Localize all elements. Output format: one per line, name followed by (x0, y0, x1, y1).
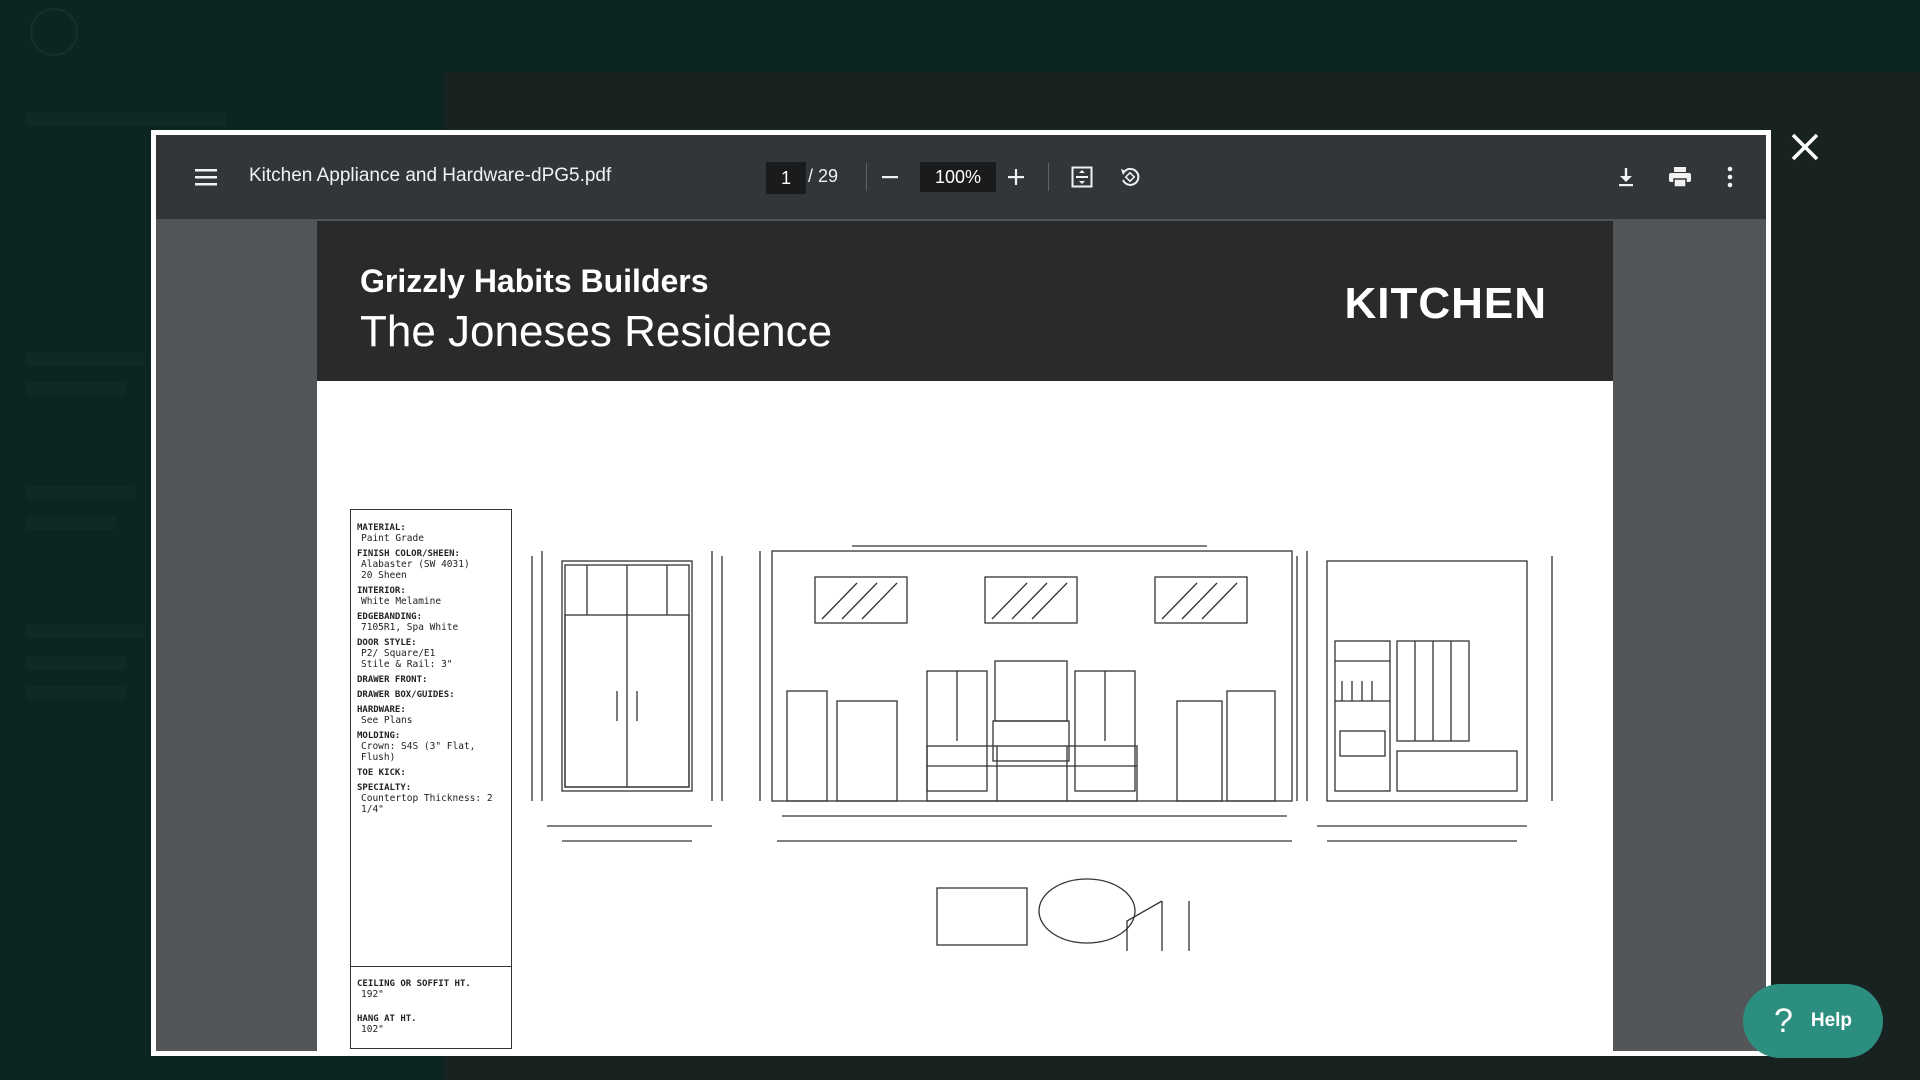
help-icon: ? (1773, 1001, 1793, 1040)
zoom-in-button[interactable] (998, 161, 1034, 193)
download-icon (1619, 168, 1633, 187)
help-label: Help (1810, 1010, 1853, 1031)
menu-icon (195, 169, 217, 186)
toolbar-divider (1048, 163, 1049, 191)
toolbar-divider (866, 163, 867, 191)
pdf-modal: Kitchen Appliance and Hardware-dPG5.pdf … (151, 130, 1771, 1056)
print-icon (1669, 167, 1691, 188)
download-button[interactable] (1608, 161, 1644, 193)
elevation-drawing (531, 545, 1553, 951)
minus-icon (882, 176, 898, 179)
file-title: Kitchen Appliance and Hardware-dPG5.pdf (249, 165, 612, 186)
rotate-icon (1121, 167, 1140, 186)
left-elevation (531, 551, 723, 842)
help-button[interactable]: ? Help (1743, 984, 1883, 1058)
fit-page-button[interactable] (1064, 161, 1100, 193)
pdf-page: Grizzly Habits Builders The Joneses Resi… (317, 221, 1613, 1051)
page-total: / 29 (808, 166, 839, 186)
zoom-out-button[interactable] (872, 161, 908, 193)
zoom-level[interactable]: 100% (920, 162, 996, 192)
close-modal-button[interactable] (1783, 125, 1827, 169)
close-icon (1791, 133, 1819, 161)
print-button[interactable] (1662, 161, 1698, 193)
detail-callouts (936, 878, 1190, 951)
page-number-input[interactable] (766, 162, 806, 194)
rotate-button[interactable] (1112, 161, 1148, 193)
fit-page-icon (1071, 166, 1093, 188)
more-vert-icon (1727, 166, 1733, 188)
pdf-viewer: Kitchen Appliance and Hardware-dPG5.pdf … (156, 135, 1766, 1051)
plus-icon (1008, 169, 1024, 185)
more-options-button[interactable] (1712, 161, 1748, 193)
pdf-toolbar: Kitchen Appliance and Hardware-dPG5.pdf … (156, 135, 1766, 219)
right-elevation (1296, 556, 1553, 842)
menu-button[interactable] (188, 161, 224, 193)
center-elevation (759, 545, 1308, 842)
